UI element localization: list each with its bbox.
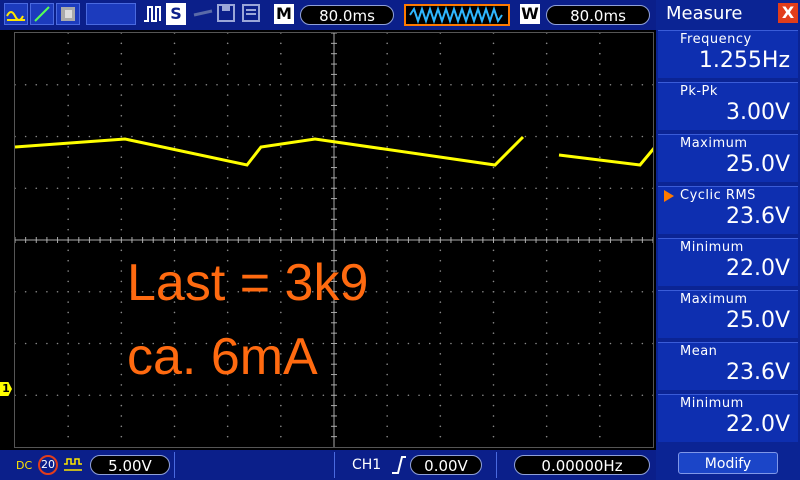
- display-icon[interactable]: [56, 3, 80, 25]
- measurement-item[interactable]: Cyclic RMS 23.6V: [658, 186, 798, 234]
- measurement-label: Frequency: [680, 32, 752, 47]
- measurement-item[interactable]: Maximum 25.0V: [658, 290, 798, 338]
- timebase-value[interactable]: 80.0ms: [300, 5, 394, 25]
- measurement-label: Maximum: [680, 136, 748, 151]
- top-toolbar: S M 80.0ms W 80.0ms: [0, 0, 656, 30]
- rising-edge-icon[interactable]: [390, 455, 408, 475]
- coupling-label[interactable]: DC: [16, 459, 32, 472]
- selected-arrow-icon: [664, 190, 674, 202]
- measurement-label: Mean: [680, 344, 718, 359]
- measurement-value: 22.0V: [725, 256, 790, 281]
- channel-1-marker[interactable]: 1: [0, 382, 12, 396]
- measurement-label: Minimum: [680, 240, 744, 255]
- measurement-item[interactable]: Minimum 22.0V: [658, 238, 798, 286]
- annotation-load: Last = 3k9: [127, 254, 369, 312]
- measurement-label: Minimum: [680, 396, 744, 411]
- window-timebase-value[interactable]: 80.0ms: [546, 5, 650, 25]
- measurement-label: Pk-Pk: [680, 84, 718, 99]
- measurement-value: 3.00V: [725, 100, 790, 125]
- panel-title: Measure: [666, 3, 743, 24]
- probe-icon[interactable]: [192, 3, 214, 25]
- measurement-item[interactable]: Mean 23.6V: [658, 342, 798, 390]
- main-timebase-button[interactable]: M: [274, 4, 294, 24]
- measurement-item[interactable]: Maximum 25.0V: [658, 134, 798, 182]
- invert-icon[interactable]: [62, 456, 84, 474]
- graticule: [15, 33, 653, 447]
- trigger-channel-label[interactable]: CH1: [352, 457, 381, 473]
- save-icon[interactable]: [216, 3, 236, 25]
- trigger-frequency-value[interactable]: 0.00000Hz: [514, 455, 650, 475]
- volts-per-div-value[interactable]: 5.00V: [90, 455, 170, 475]
- measurement-value: 25.0V: [725, 152, 790, 177]
- channel-1-trace: [15, 135, 525, 167]
- print-icon[interactable]: [240, 3, 264, 25]
- modify-button[interactable]: Modify: [678, 452, 778, 474]
- measurement-label: Cyclic RMS: [680, 188, 756, 203]
- window-timebase-button[interactable]: W: [520, 4, 540, 24]
- measurement-value: 22.0V: [725, 412, 790, 437]
- trigger-level-value[interactable]: 0.00V: [410, 455, 482, 475]
- divider: [174, 452, 175, 478]
- measurement-label: Maximum: [680, 292, 748, 307]
- measurement-value: 23.6V: [725, 204, 790, 229]
- memory-waveform-icon[interactable]: [404, 4, 510, 26]
- measurement-item[interactable]: Minimum 22.0V: [658, 394, 798, 442]
- s-button[interactable]: S: [166, 3, 186, 25]
- waveform-display: Last = 3k9 ca. 6mA: [14, 32, 654, 448]
- measurement-value: 1.255Hz: [698, 48, 790, 73]
- bandwidth-limit-badge[interactable]: 20: [38, 455, 58, 475]
- divider: [334, 452, 335, 478]
- empty-slot: [86, 3, 136, 25]
- close-button[interactable]: X: [778, 3, 798, 23]
- cursor-icon[interactable]: [30, 3, 54, 25]
- measurement-value: 25.0V: [725, 308, 790, 333]
- bottom-statusbar: DC 20 5.00V CH1 0.00V 0.00000Hz: [0, 450, 656, 480]
- measure-panel: Measure X Frequency 1.255Hz Pk-Pk 3.00V Maxi…: [656, 0, 800, 480]
- divider: [496, 452, 497, 478]
- annotation-current: ca. 6mA: [127, 328, 318, 386]
- trigger-icon[interactable]: [142, 3, 166, 25]
- channel-1-trace-segment: [558, 147, 653, 167]
- measurement-item[interactable]: Frequency 1.255Hz: [658, 30, 798, 78]
- waveform-icon[interactable]: [4, 3, 28, 25]
- measurement-value: 23.6V: [725, 360, 790, 385]
- measurement-item[interactable]: Pk-Pk 3.00V: [658, 82, 798, 130]
